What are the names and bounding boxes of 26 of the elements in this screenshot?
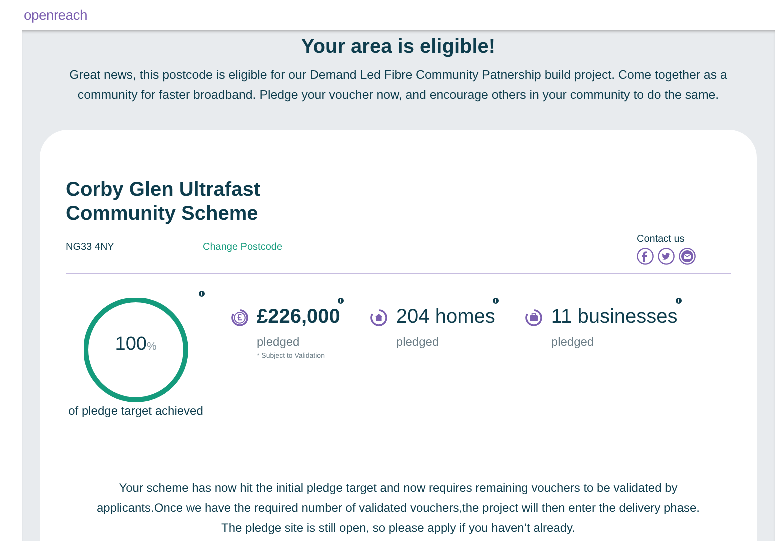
postcode: NG33 4NY: [66, 242, 116, 255]
stat-value: £226,000: [257, 306, 340, 329]
scheme-title: Corby Glen Ultrafast Community Scheme: [66, 178, 262, 226]
info-icon[interactable]: [338, 298, 344, 304]
change-postcode-link[interactable]: Change Postcode: [203, 242, 283, 265]
info-icon[interactable]: [199, 291, 205, 297]
progress-value: 100%: [115, 334, 157, 356]
info-icon[interactable]: [676, 298, 682, 304]
contact-label: Contact us: [637, 234, 686, 245]
progress-caption: of pledge target achieved: [68, 404, 204, 418]
stat-value: 204 homes: [396, 306, 496, 329]
facebook-icon[interactable]: [637, 248, 654, 265]
page-heading: Your area is eligible!: [301, 36, 496, 59]
stat-value: 11 businesses: [551, 306, 678, 329]
twitter-icon[interactable]: [658, 248, 675, 265]
email-icon[interactable]: [679, 248, 696, 265]
brand-logo[interactable]: openreach: [24, 7, 88, 23]
briefcase-icon: [525, 309, 544, 327]
pound-icon: [231, 309, 249, 327]
house-icon: [370, 309, 388, 327]
stat-label: pledged: [551, 335, 596, 349]
stat-label: pledged: [257, 335, 301, 349]
info-icon[interactable]: [493, 298, 500, 304]
stat-label: pledged: [396, 335, 440, 349]
intro-text: Great news, this postcode is eligible for our Demand Led Fibre Community Patnership build project. Come together as a community for faster broadband. Pledge your voucher now, and encourage others in your community to do the same.: [68, 67, 728, 104]
status-message: Your scheme has now hit the initial pledge target and now requires remaining vouchers to be validated by applicants.Once we have the required number of validated vouchers,the project will then enter the delivery phase. The pledge site is still open, so please apply if you haven’t already.: [96, 480, 702, 537]
